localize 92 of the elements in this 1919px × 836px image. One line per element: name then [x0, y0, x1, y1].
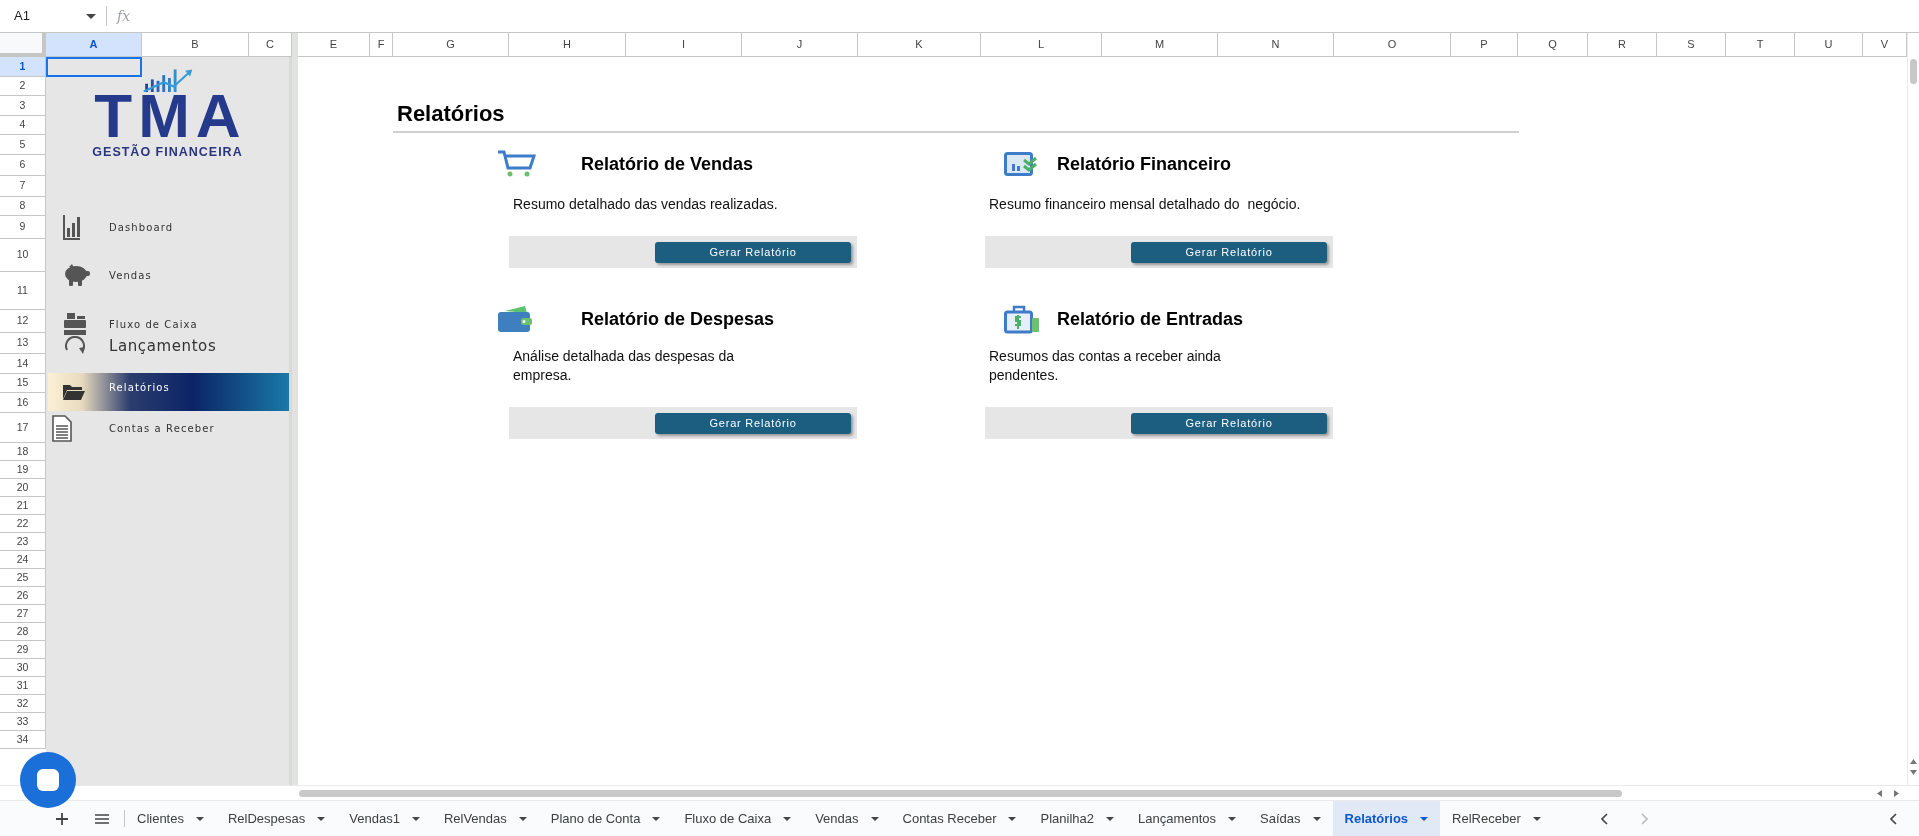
column-header[interactable]: C — [249, 33, 292, 57]
caret-icon[interactable] — [1532, 816, 1541, 821]
briefcase-dollar-icon — [1004, 304, 1040, 334]
scroll-left-arrow-icon[interactable] — [1877, 789, 1882, 797]
column-header[interactable]: O — [1334, 33, 1451, 57]
column-header[interactable]: M — [1102, 33, 1218, 57]
sheet-tab[interactable]: Vendas — [803, 801, 891, 836]
report-title: Relatório de Despesas — [581, 307, 775, 331]
caret-icon[interactable] — [518, 816, 527, 821]
report-title: Relatório de Entradas — [1057, 307, 1244, 331]
cart-icon — [497, 150, 537, 178]
caret-icon[interactable] — [1008, 816, 1017, 821]
scroll-right-arrow-icon[interactable] — [1894, 789, 1899, 797]
column-header[interactable]: H — [509, 33, 626, 57]
menu-icon — [95, 813, 109, 824]
generate-report-button[interactable]: Gerar Relatório — [1131, 412, 1327, 434]
generate-report-button[interactable]: Gerar Relatório — [1131, 241, 1327, 263]
function-label: fx — [117, 6, 131, 26]
scroll-down-arrow-icon[interactable] — [1910, 770, 1917, 775]
generate-report-button[interactable]: Gerar Relatório — [655, 241, 851, 263]
column-header[interactable]: A — [46, 33, 142, 57]
column-header[interactable]: K — [858, 33, 981, 57]
logo-subtitle: GESTÃO FINANCEIRA — [92, 143, 243, 162]
piggy-bank-icon — [63, 263, 91, 287]
column-header[interactable]: Q — [1518, 33, 1588, 57]
sidebar-item[interactable]: Contas a Receber — [48, 413, 289, 443]
column-header[interactable]: E — [298, 33, 370, 57]
column-header[interactable]: P — [1451, 33, 1518, 57]
column-header[interactable]: F — [370, 33, 393, 57]
sheet-tab[interactable]: Planilha2 — [1028, 801, 1126, 836]
report-description: Resumo financeiro mensal detalhado do negócio. — [989, 195, 1302, 214]
sidebar-item[interactable]: Fluxo de Caixa — [48, 313, 289, 335]
caret-icon[interactable] — [1420, 816, 1429, 821]
plus-icon — [56, 812, 68, 825]
column-header[interactable]: G — [393, 33, 509, 57]
sheet-tab[interactable]: RelDespesas — [215, 801, 338, 836]
caret-icon[interactable] — [1312, 816, 1321, 821]
sheet-tab[interactable]: Plano de Conta — [538, 801, 673, 836]
name-box[interactable]: A1 — [8, 4, 104, 28]
sidebar-item[interactable]: Relatórios — [48, 373, 289, 411]
caret-icon[interactable] — [783, 816, 792, 821]
sheet-tab[interactable]: Saídas — [1248, 801, 1333, 836]
caret-icon[interactable] — [870, 816, 879, 821]
column-header[interactable]: B — [142, 33, 249, 57]
sheet-tab[interactable]: Vendas1 — [337, 801, 432, 836]
column-header[interactable]: T — [1726, 33, 1795, 57]
generate-report-button[interactable]: Gerar Relatório — [655, 412, 851, 434]
circular-arrow-icon — [63, 336, 87, 356]
column-header[interactable]: U — [1795, 33, 1863, 57]
cash-register-icon — [63, 313, 87, 335]
column-header[interactable]: N — [1218, 33, 1334, 57]
caret-icon[interactable] — [411, 816, 420, 821]
column-header[interactable]: R — [1588, 33, 1657, 57]
document-icon — [52, 414, 72, 442]
column-header[interactable]: V — [1863, 33, 1907, 57]
caret-icon[interactable] — [652, 816, 661, 821]
chevron-left-icon — [1601, 812, 1609, 825]
selected-cell[interactable] — [46, 57, 142, 77]
dropdown-caret-icon[interactable] — [86, 13, 96, 19]
column-header[interactable]: I — [626, 33, 742, 57]
caret-icon[interactable] — [1228, 816, 1237, 821]
chart-report-icon — [1004, 152, 1038, 176]
sidebar-item[interactable]: Lançamentos — [48, 335, 289, 357]
chevron-right-icon — [1641, 812, 1649, 825]
caret-icon[interactable] — [317, 816, 326, 821]
sheet-tab[interactable]: Contas Receber — [890, 801, 1029, 836]
wallet-icon — [497, 305, 533, 333]
sheet-tab[interactable]: Lançamentos — [1125, 801, 1249, 836]
logo-text: TMA — [94, 92, 247, 141]
chevron-left-icon — [1889, 812, 1897, 825]
report-title: Relatório de Vendas — [581, 152, 754, 176]
report-title: Relatório Financeiro — [1057, 152, 1232, 176]
caret-icon[interactable] — [1105, 816, 1114, 821]
column-header[interactable]: L — [981, 33, 1102, 57]
column-header[interactable]: S — [1657, 33, 1726, 57]
report-description: Resumo detalhado das vendas realizadas. — [513, 195, 779, 214]
sheet-tab[interactable]: Clientes — [125, 801, 216, 836]
sheet-tab[interactable]: Fluxo de Caixa — [672, 801, 804, 836]
sheet-tab[interactable]: RelReceber — [1440, 801, 1553, 836]
caret-icon[interactable] — [195, 816, 204, 821]
page-title: Relatórios — [393, 101, 1519, 133]
folder-icon — [63, 384, 85, 400]
row-header[interactable]: 1 — [0, 57, 46, 77]
sheet-tab[interactable]: RelVendas — [431, 801, 539, 836]
report-description: Resumos das contas a receber ainda pendentes. — [989, 347, 1222, 385]
column-header[interactable]: J — [742, 33, 858, 57]
sidebar-item[interactable]: Vendas — [48, 247, 289, 303]
sidebar-item[interactable]: Dashboard — [48, 209, 289, 245]
sheet-tab[interactable]: Relatórios — [1332, 801, 1441, 836]
report-description: Análise detalhada das despesas da empresa. — [513, 347, 736, 385]
scroll-up-arrow-icon[interactable] — [1910, 759, 1917, 764]
bar-chart-icon — [63, 214, 81, 240]
